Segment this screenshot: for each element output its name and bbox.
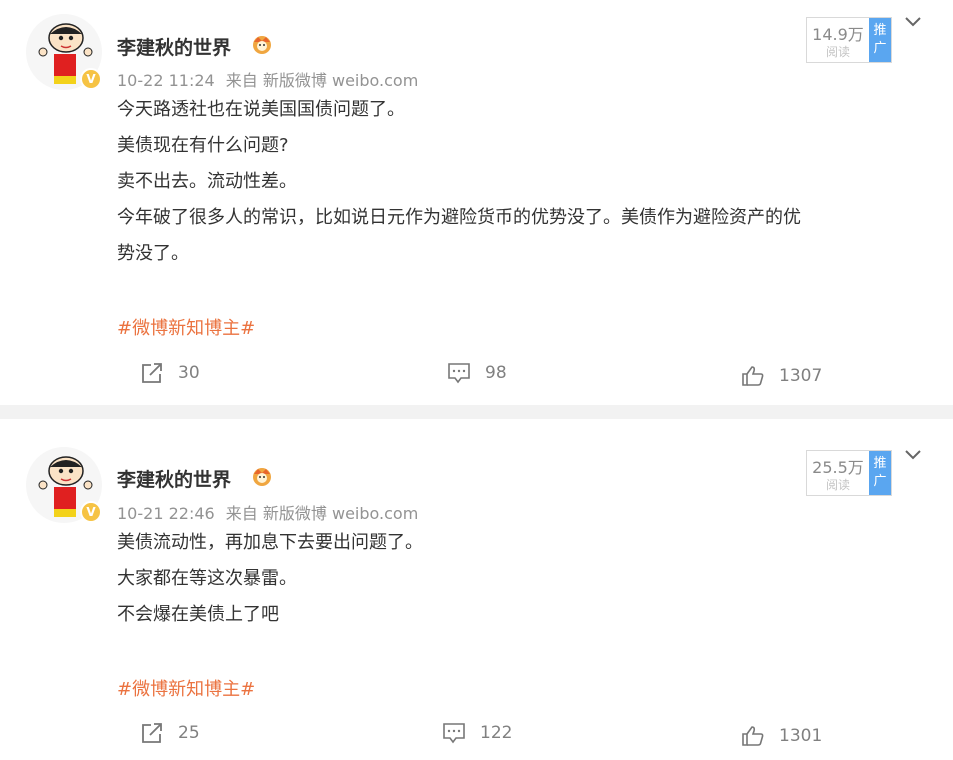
reads-count: 14.9万 bbox=[812, 25, 864, 44]
post-text-line: 大家都在等这次暴雷。 bbox=[117, 568, 297, 589]
post-meta: 10-22 11:24 来自 新版微博 weibo.com bbox=[117, 67, 418, 91]
comment-icon bbox=[448, 363, 470, 384]
repost-button[interactable]: 30 bbox=[140, 361, 200, 385]
thumbs-up-icon bbox=[742, 726, 764, 746]
post-text-line: 美债现在有什么问题? bbox=[117, 135, 289, 156]
post-text-line: 美债流动性，再加息下去要出问题了。 bbox=[117, 532, 423, 553]
ad-badge: 推广 bbox=[869, 18, 891, 62]
comment-icon bbox=[443, 723, 465, 744]
reads-label: 阅读 bbox=[825, 478, 850, 492]
verified-v-icon: V bbox=[80, 68, 102, 90]
source-prefix: 来自 bbox=[225, 504, 258, 523]
author-name[interactable]: 李建秋的世界 bbox=[117, 465, 231, 492]
weibo-post: V 李建秋的世界 10-22 11:24 来自 新版微博 weibo.com 1… bbox=[0, 0, 953, 405]
post-text: 今天路透社也在说美国国债问题了。 美债现在有什么问题? 卖不出去。流动性差。 今… bbox=[117, 92, 927, 272]
repost-button[interactable]: 25 bbox=[140, 721, 200, 745]
verified-v-icon: V bbox=[80, 501, 102, 523]
reads-badge[interactable]: 25.5万 阅读 推广 bbox=[806, 450, 892, 496]
post-text-line: 今天路透社也在说美国国债问题了。 bbox=[117, 99, 405, 120]
comment-button[interactable]: 122 bbox=[442, 721, 512, 745]
thumbs-up-icon bbox=[742, 366, 764, 386]
like-count: 1307 bbox=[779, 366, 823, 386]
like-count: 1301 bbox=[779, 726, 823, 746]
author-name[interactable]: 李建秋的世界 bbox=[117, 33, 231, 60]
chevron-down-icon[interactable] bbox=[904, 449, 922, 461]
post-meta: 10-21 22:46 来自 新版微博 weibo.com bbox=[117, 500, 418, 524]
topic-link[interactable]: #微博新知博主# bbox=[117, 314, 255, 340]
repost-count: 25 bbox=[178, 723, 200, 743]
repost-count: 30 bbox=[178, 363, 200, 383]
repost-icon bbox=[142, 723, 162, 743]
vip-crown-icon bbox=[253, 36, 271, 54]
chevron-down-icon[interactable] bbox=[904, 16, 922, 28]
reads-label: 阅读 bbox=[825, 45, 850, 59]
reads-badge[interactable]: 14.9万 阅读 推广 bbox=[806, 17, 892, 63]
topic-link[interactable]: #微博新知博主# bbox=[117, 675, 255, 701]
reads-count: 25.5万 bbox=[812, 458, 864, 477]
ad-badge: 推广 bbox=[869, 451, 891, 495]
weibo-post: V 李建秋的世界 10-21 22:46 来自 新版微博 weibo.com 2… bbox=[0, 419, 953, 760]
comment-button[interactable]: 98 bbox=[447, 361, 507, 385]
post-text-line: 今年破了很多人的常识，比如说日元作为避险货币的优势没了。美债作为避险资产的优 bbox=[117, 207, 801, 228]
like-button[interactable]: 1307 bbox=[741, 364, 822, 388]
post-source[interactable]: 新版微博 weibo.com bbox=[263, 504, 418, 523]
comment-count: 98 bbox=[485, 363, 507, 383]
post-source[interactable]: 新版微博 weibo.com bbox=[263, 71, 418, 90]
post-text-line: 势没了。 bbox=[117, 243, 189, 264]
vip-crown-icon bbox=[253, 468, 271, 486]
post-text-line: 不会爆在美债上了吧 bbox=[117, 604, 279, 625]
post-time[interactable]: 10-22 11:24 bbox=[117, 71, 215, 90]
post-text-line: 卖不出去。流动性差。 bbox=[117, 171, 297, 192]
like-button[interactable]: 1301 bbox=[741, 724, 822, 748]
source-prefix: 来自 bbox=[225, 71, 258, 90]
avatar[interactable]: V bbox=[26, 14, 102, 90]
comment-count: 122 bbox=[480, 723, 513, 743]
avatar[interactable]: V bbox=[26, 447, 102, 523]
post-time[interactable]: 10-21 22:46 bbox=[117, 504, 215, 523]
post-text: 美债流动性，再加息下去要出问题了。 大家都在等这次暴雷。 不会爆在美债上了吧 bbox=[117, 525, 927, 633]
repost-icon bbox=[142, 363, 162, 383]
